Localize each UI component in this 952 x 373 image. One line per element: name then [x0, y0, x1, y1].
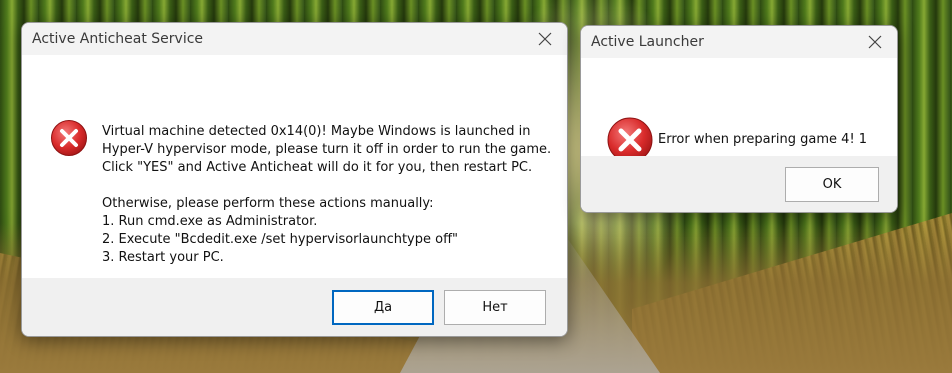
anticheat-dialog-title: Active Anticheat Service	[32, 31, 204, 47]
anticheat-close-button[interactable]	[523, 23, 567, 55]
no-button[interactable]: Нет	[444, 289, 546, 325]
anticheat-dialog: Active Anticheat Service Virtual machine…	[21, 22, 568, 337]
close-icon	[538, 32, 552, 46]
launcher-dialog-title: Active Launcher	[591, 34, 704, 50]
launcher-message: Error when preparing game 4! 1	[658, 132, 868, 147]
ok-button[interactable]: OK	[785, 166, 879, 202]
launcher-footer: OK	[581, 156, 897, 212]
anticheat-message: Virtual machine detected 0x14(0)! Maybe …	[102, 124, 552, 265]
close-icon	[868, 35, 882, 49]
error-icon	[51, 120, 87, 156]
anticheat-footer: Да Нет	[22, 278, 567, 336]
launcher-titlebar[interactable]: Active Launcher	[581, 26, 897, 58]
yes-button[interactable]: Да	[332, 289, 434, 325]
launcher-dialog: Active Launcher Error when preparing gam…	[580, 25, 898, 213]
anticheat-titlebar[interactable]: Active Anticheat Service	[22, 23, 567, 55]
launcher-close-button[interactable]	[853, 26, 897, 58]
